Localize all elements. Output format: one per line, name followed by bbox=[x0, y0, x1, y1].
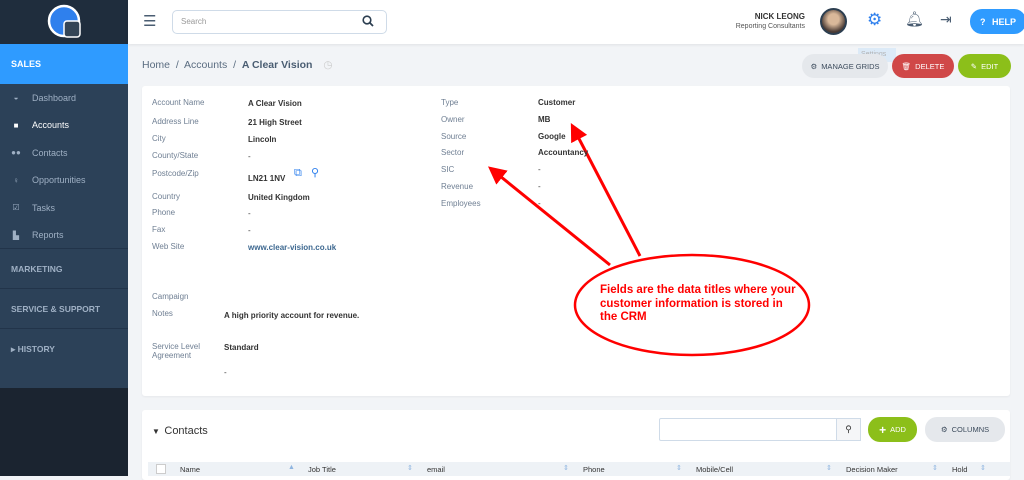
column-header[interactable]: Phone bbox=[583, 465, 605, 474]
add-contact-button[interactable]: + ADD bbox=[868, 417, 917, 442]
annotation-overlay bbox=[488, 123, 811, 357]
sort-icon[interactable]: ⇕ bbox=[563, 464, 569, 472]
field-value: MB bbox=[538, 114, 551, 124]
field-value: - bbox=[538, 165, 541, 175]
field-value: - bbox=[538, 198, 541, 208]
field-label: County/State bbox=[152, 151, 199, 160]
gear-icon: ⚙ bbox=[940, 425, 948, 434]
column-header[interactable]: Mobile/Cell bbox=[696, 465, 733, 474]
sort-icon[interactable]: ⇕ bbox=[932, 464, 938, 472]
plus-icon: + bbox=[879, 422, 887, 437]
search-icon: ⚲ bbox=[845, 424, 852, 434]
field-value: United Kingdom bbox=[248, 193, 310, 202]
field-label: Account Name bbox=[152, 98, 205, 107]
field-label: Address Line bbox=[152, 117, 199, 126]
field-label: Source bbox=[441, 131, 467, 141]
field-label: Revenue bbox=[441, 182, 474, 191]
field-label: Phone bbox=[152, 208, 176, 217]
column-header[interactable]: Hold bbox=[952, 465, 967, 474]
field-label: Postcode/Zip bbox=[152, 169, 199, 178]
sort-icon[interactable]: ⇕ bbox=[407, 464, 413, 472]
sort-icon[interactable]: ▲ bbox=[288, 464, 295, 471]
field-value: 21 High Street bbox=[248, 118, 302, 127]
label: COLUMNS bbox=[951, 425, 990, 434]
field-label: City bbox=[152, 134, 166, 143]
columns-button[interactable]: ⚙ COLUMNS bbox=[925, 417, 1005, 442]
column-header[interactable]: Decision Maker bbox=[846, 465, 898, 474]
contacts-search-button[interactable]: ⚲ bbox=[836, 418, 861, 441]
sort-icon[interactable]: ⇕ bbox=[980, 464, 986, 472]
field-value: - bbox=[538, 182, 541, 191]
contacts-title: Contacts bbox=[164, 425, 208, 437]
field-label: Employees bbox=[441, 198, 481, 208]
field-value: A Clear Vision bbox=[248, 99, 302, 108]
field-label: Fax bbox=[152, 225, 166, 234]
field-label: Owner bbox=[441, 114, 465, 124]
sort-icon[interactable]: ⇕ bbox=[826, 464, 832, 472]
field-label: Web Site bbox=[152, 242, 185, 251]
caret-down-icon: ▼ bbox=[152, 427, 165, 436]
column-header[interactable]: email bbox=[427, 465, 445, 474]
field-value: Customer bbox=[538, 98, 576, 107]
field-label: Sector bbox=[441, 148, 465, 158]
label: ADD bbox=[890, 425, 906, 434]
column-header[interactable]: Name bbox=[180, 465, 200, 474]
field-label: Type bbox=[441, 98, 459, 107]
field-value: Accountancy bbox=[538, 148, 589, 158]
field-value: Google bbox=[538, 131, 566, 141]
field-value: LN21 1NV bbox=[248, 174, 286, 183]
field-value: - bbox=[248, 209, 251, 218]
sort-icon[interactable]: ⇕ bbox=[676, 464, 682, 472]
select-all-checkbox[interactable] bbox=[156, 464, 166, 474]
column-header[interactable]: Job Title bbox=[308, 465, 336, 474]
field-value: - bbox=[248, 152, 251, 161]
field-value: Lincoln bbox=[248, 135, 277, 144]
field-label: Country bbox=[152, 192, 181, 201]
contacts-header[interactable]: ▼ Contacts bbox=[152, 425, 208, 437]
field-value[interactable]: www.clear-vision.co.uk bbox=[248, 243, 336, 252]
contacts-search-input[interactable] bbox=[659, 418, 861, 441]
annotation-arrow bbox=[488, 166, 611, 267]
field-value: - bbox=[248, 226, 251, 235]
annotation-text: Fields are the data titles where your cu… bbox=[600, 284, 796, 323]
field-label: SIC bbox=[441, 165, 455, 175]
contacts-table-header: Name ▲ Job Title ⇕ email ⇕ Phone ⇕ Mobile/Cell ⇕ D… bbox=[148, 462, 1010, 476]
